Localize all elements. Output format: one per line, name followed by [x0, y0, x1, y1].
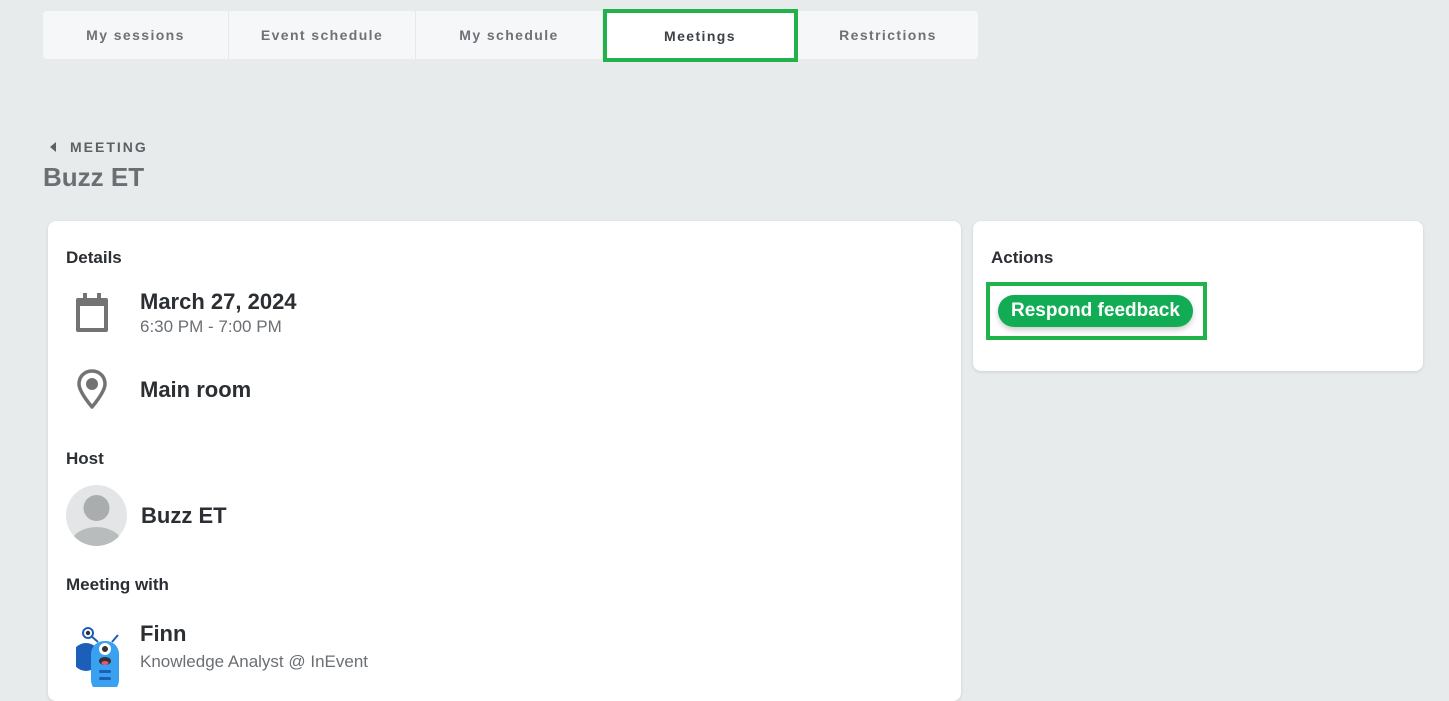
meeting-date: March 27, 2024: [140, 289, 297, 314]
actions-heading: Actions: [991, 248, 1054, 267]
host-name[interactable]: Buzz ET: [141, 503, 227, 529]
page-title: Buzz ET: [43, 162, 145, 192]
attendee-role: Knowledge Analyst @ InEvent: [140, 652, 369, 671]
date-row: March 27, 2024 6:30 PM - 7:00 PM: [68, 289, 297, 337]
tab-my-schedule[interactable]: My schedule: [416, 11, 603, 59]
breadcrumb: MEETING: [50, 139, 148, 155]
meeting-time: 6:30 PM - 7:00 PM: [140, 317, 282, 336]
tab-my-sessions[interactable]: My sessions: [43, 11, 229, 59]
breadcrumb-label[interactable]: MEETING: [70, 139, 148, 155]
respond-feedback-button[interactable]: Respond feedback: [998, 295, 1193, 327]
host-avatar[interactable]: [66, 485, 127, 546]
tab-event-schedule[interactable]: Event schedule: [229, 11, 416, 59]
tab-meetings[interactable]: Meetings: [603, 9, 798, 62]
location-row: Main room: [68, 369, 251, 411]
details-heading: Details: [66, 248, 122, 267]
meeting-location: Main room: [140, 377, 252, 402]
meeting-with-heading: Meeting with: [66, 575, 169, 594]
attendee-name[interactable]: Finn: [140, 621, 368, 647]
back-arrow-icon[interactable]: [50, 142, 56, 152]
attendee-avatar[interactable]: [72, 627, 124, 693]
meeting-details-card: Details March 27, 2024 6:30 PM - 7:00 PM…: [48, 221, 961, 701]
location-pin-icon: [68, 369, 116, 411]
tab-restrictions[interactable]: Restrictions: [798, 11, 978, 59]
actions-card: Actions Respond feedback: [973, 221, 1423, 371]
respond-feedback-highlight: Respond feedback: [986, 282, 1207, 340]
tab-bar: My sessions Event schedule My schedule M…: [43, 9, 978, 62]
attendee-row: Finn Knowledge Analyst @ InEvent: [72, 621, 369, 693]
calendar-icon: [68, 292, 116, 334]
host-heading: Host: [66, 449, 104, 468]
host-row: Buzz ET: [66, 485, 227, 546]
